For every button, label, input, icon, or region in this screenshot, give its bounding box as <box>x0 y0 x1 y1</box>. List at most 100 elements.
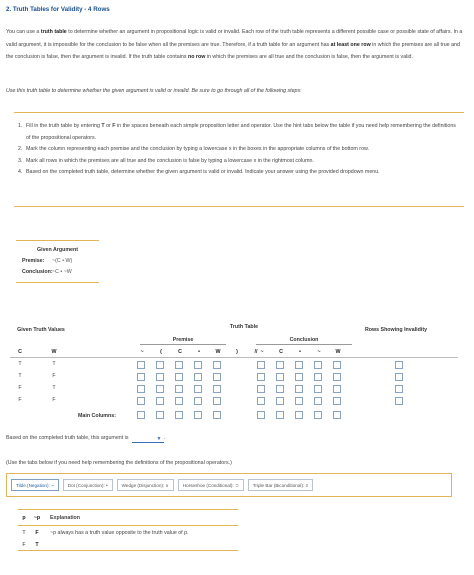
premise-cell-input[interactable] <box>156 361 164 369</box>
conclusion-cell-input[interactable] <box>314 385 322 393</box>
validity-dropdown[interactable]: ▼ <box>131 435 164 443</box>
conclusion-label: Conclusion: <box>22 269 53 276</box>
tilde-row: T F ~p always has a truth value opposite… <box>18 527 238 539</box>
conclusion-cell-input[interactable] <box>295 385 303 393</box>
use-tabs-hint: (Use the tabs below if you need help rem… <box>6 460 232 466</box>
premise-row: Premise: ~(C • W) <box>16 256 99 267</box>
given-w-value: T <box>52 361 56 367</box>
conclusion-cell-input[interactable] <box>295 373 303 381</box>
premise-label: Premise: <box>22 258 45 265</box>
header-divider <box>10 357 458 358</box>
conclusion-cell-input[interactable] <box>314 397 322 405</box>
tilde-panel: p ~p Explanation T F ~p always has a tru… <box>18 512 238 551</box>
intro-bold-no-row: no row <box>187 54 206 60</box>
answer-prompt: Based on the completed truth table, this… <box>6 435 129 442</box>
given-argument-rule-bottom <box>16 282 99 284</box>
conclusion-cell-input[interactable] <box>257 361 265 369</box>
given-c-value: F <box>18 385 22 391</box>
col-explanation-header: Explanation <box>50 515 81 521</box>
invalidity-cell-input[interactable] <box>395 385 403 393</box>
conclusion-symbol: ~ <box>317 349 321 355</box>
truth-table-title: Truth Table <box>229 324 259 330</box>
main-column-input[interactable] <box>295 411 303 419</box>
premise-cell-input[interactable] <box>213 361 221 369</box>
premise-cell-input[interactable] <box>156 397 164 405</box>
given-truth-values-header: Given Truth Values <box>17 327 65 333</box>
main-column-input[interactable] <box>257 411 265 419</box>
tab-triple-bar[interactable]: Triple Bar (Biconditional): ≡ <box>247 479 314 491</box>
main-column-input[interactable] <box>156 411 164 419</box>
answer-period: . <box>163 435 165 442</box>
conclusion-cell-input[interactable] <box>257 373 265 381</box>
premise-cell-input[interactable] <box>194 373 202 381</box>
page-title: 2. Truth Tables for Validity - 4 Rows <box>6 6 110 13</box>
premise-cell-input[interactable] <box>213 397 221 405</box>
conclusion-symbol: W <box>335 349 341 355</box>
premise-symbol: • <box>198 349 200 355</box>
invalidity-cell-input[interactable] <box>395 373 403 381</box>
premise-cell-input[interactable] <box>175 397 183 405</box>
tilde-header-row: p ~p Explanation <box>18 512 238 524</box>
premise-cell-input[interactable] <box>194 385 202 393</box>
conclusion-cell-input[interactable] <box>314 361 322 369</box>
conclusion-cell-input[interactable] <box>276 373 284 381</box>
premise-cell-input[interactable] <box>213 385 221 393</box>
conclusion-cell-input[interactable] <box>276 361 284 369</box>
intro-bold-at-least-one-row: at least one row <box>330 41 371 48</box>
premise-cell-input[interactable] <box>175 385 183 393</box>
main-column-input[interactable] <box>194 411 202 419</box>
premise-cell-input[interactable] <box>194 397 202 405</box>
premise-symbols: ~ ( C • W ) // <box>136 349 262 356</box>
invalidity-cell-input[interactable] <box>395 397 403 405</box>
main-column-input[interactable] <box>137 411 145 419</box>
step-number: 2. <box>18 146 23 152</box>
premise-cell-input[interactable] <box>137 397 145 405</box>
use-instruction: Use this truth table to determine whethe… <box>6 88 302 94</box>
divider-top <box>14 112 464 113</box>
premise-cell-input[interactable] <box>175 361 183 369</box>
conclusion-cell-input[interactable] <box>333 361 341 369</box>
premise-cell-input[interactable] <box>175 373 183 381</box>
main-column-input[interactable] <box>314 411 322 419</box>
tab-tilde[interactable]: Tilde (Negation): ~ <box>11 479 59 491</box>
given-w-value: T <box>52 385 56 391</box>
main-column-input[interactable] <box>175 411 183 419</box>
given-c-value: T <box>18 373 22 379</box>
conclusion-cell-input[interactable] <box>295 397 303 405</box>
invalidity-cell-input[interactable] <box>395 361 403 369</box>
premise-cell-input[interactable] <box>156 373 164 381</box>
var-c-header: C <box>18 349 22 355</box>
conclusion-cell-input[interactable] <box>276 397 284 405</box>
conclusion-cell-input[interactable] <box>257 397 265 405</box>
main-column-input[interactable] <box>333 411 341 419</box>
conclusion-cell-input[interactable] <box>257 385 265 393</box>
premise-cell-input[interactable] <box>156 385 164 393</box>
conclusion-cell-input[interactable] <box>333 397 341 405</box>
step-item: 4. Based on the completed truth table, d… <box>18 167 458 179</box>
premise-symbol: ) <box>236 349 238 355</box>
premise-cell-input[interactable] <box>137 361 145 369</box>
conclusion-cell-input[interactable] <box>295 361 303 369</box>
given-w-value: F <box>52 397 56 403</box>
premise-cell-input[interactable] <box>137 373 145 381</box>
conclusion-cell-input[interactable] <box>314 373 322 381</box>
tab-horseshoe[interactable]: Horseshoe (Conditional): ⊃ <box>177 479 244 491</box>
premise-cell-input[interactable] <box>137 385 145 393</box>
intro-paragraph: You can use a truth table to determine w… <box>6 26 466 64</box>
divider-bottom <box>14 206 464 207</box>
conclusion-symbol: • <box>299 349 301 355</box>
premise-symbol: W <box>215 349 221 355</box>
main-column-input[interactable] <box>276 411 284 419</box>
step-text: Mark all rows in which the premises are … <box>26 157 314 164</box>
tab-dot[interactable]: Dot (Conjunction): • <box>62 479 113 491</box>
conclusion-symbol: C <box>279 349 283 355</box>
col-not-p-header: ~p <box>33 515 41 521</box>
premise-cell-input[interactable] <box>213 373 221 381</box>
premise-cell-input[interactable] <box>194 361 202 369</box>
conclusion-cell-input[interactable] <box>333 373 341 381</box>
conclusion-value: ~C • ~W <box>52 269 72 276</box>
main-column-input[interactable] <box>213 411 221 419</box>
tab-wedge[interactable]: Wedge (Disjunction): ∨ <box>116 479 174 491</box>
conclusion-cell-input[interactable] <box>276 385 284 393</box>
conclusion-cell-input[interactable] <box>333 385 341 393</box>
